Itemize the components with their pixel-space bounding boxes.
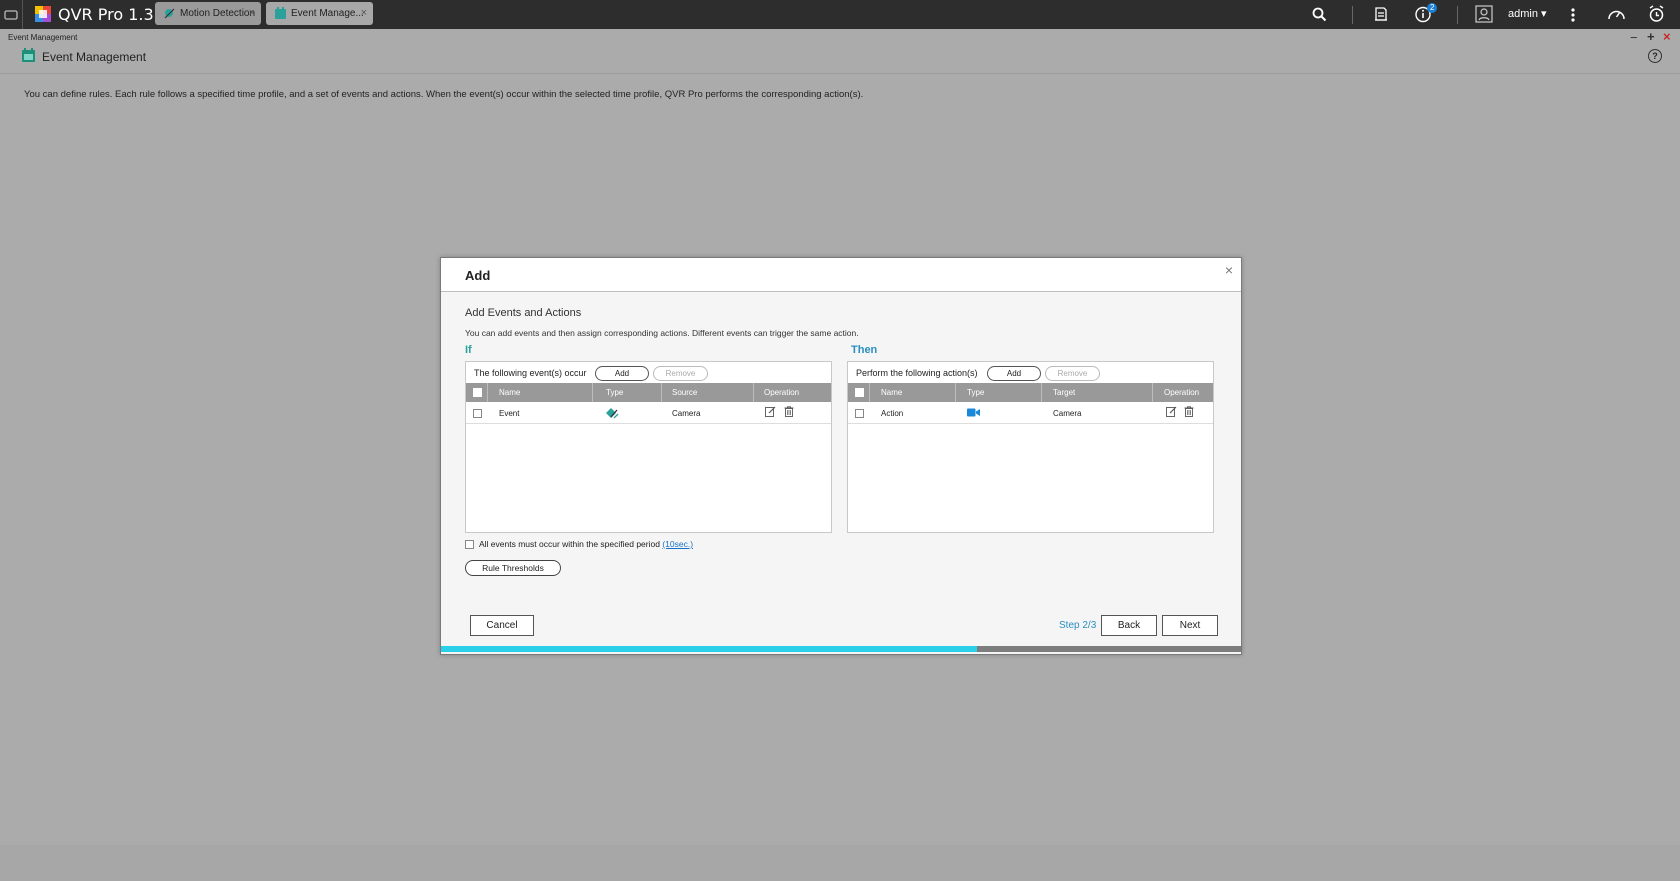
column-header-operation: Operation bbox=[764, 388, 800, 397]
more-options-icon[interactable] bbox=[1570, 7, 1576, 28]
alarm-clock-icon[interactable] bbox=[1648, 5, 1665, 28]
events-label: The following event(s) occur bbox=[474, 368, 587, 378]
all-events-checkbox[interactable] bbox=[465, 540, 474, 550]
app-title: QVR Pro 1.3 bbox=[58, 5, 154, 24]
events-panel: The following event(s) occur Add Remove … bbox=[465, 361, 832, 533]
remove-action-button[interactable]: Remove bbox=[1045, 366, 1100, 381]
sidebar-toggle-icon[interactable] bbox=[4, 8, 18, 26]
motion-detection-icon bbox=[163, 7, 176, 23]
table-row[interactable]: Event Camera bbox=[466, 402, 831, 424]
cancel-button[interactable]: Cancel bbox=[470, 615, 534, 636]
column-header-target: Target bbox=[1053, 388, 1076, 397]
topbar-divider bbox=[1457, 6, 1458, 24]
column-divider bbox=[592, 383, 593, 402]
event-log-icon[interactable] bbox=[1373, 6, 1389, 27]
select-all-actions-checkbox[interactable] bbox=[855, 388, 864, 397]
column-header-type: Type bbox=[606, 388, 624, 397]
back-button[interactable]: Back bbox=[1101, 615, 1157, 636]
topbar-divider bbox=[1352, 6, 1353, 24]
action-name: Action bbox=[881, 409, 904, 418]
breadcrumb: Event Management bbox=[8, 33, 78, 42]
page-description: You can define rules. Each rule follows … bbox=[24, 89, 864, 100]
window-header: Event Management − + × Event Management … bbox=[0, 29, 1680, 74]
close-icon[interactable]: × bbox=[1225, 262, 1233, 278]
minimize-icon[interactable]: − bbox=[1630, 30, 1638, 45]
tab-label: Event Manage... bbox=[291, 8, 364, 19]
video-camera-icon bbox=[967, 408, 980, 419]
actions-table-header: Name Type Target Operation bbox=[848, 383, 1213, 402]
column-divider bbox=[487, 383, 488, 402]
tab-event-management[interactable]: Event Manage... × bbox=[266, 2, 373, 25]
qvr-logo-icon bbox=[35, 6, 52, 28]
column-divider bbox=[1041, 383, 1042, 402]
event-name: Event bbox=[499, 409, 520, 418]
close-icon[interactable]: × bbox=[361, 7, 367, 19]
remove-event-button[interactable]: Remove bbox=[653, 366, 708, 381]
column-header-type: Type bbox=[967, 388, 985, 397]
action-target: Camera bbox=[1053, 409, 1082, 418]
bottom-area bbox=[0, 845, 1680, 881]
add-rule-dialog: Add × Add Events and Actions You can add… bbox=[440, 257, 1242, 655]
dialog-subtitle: Add Events and Actions bbox=[465, 307, 582, 319]
page-title: Event Management bbox=[42, 50, 147, 64]
column-divider bbox=[1152, 383, 1153, 402]
close-window-icon[interactable]: × bbox=[1663, 29, 1671, 44]
next-button[interactable]: Next bbox=[1162, 615, 1218, 636]
table-row[interactable]: Action Camera bbox=[848, 402, 1213, 424]
tab-label: Motion Detection bbox=[180, 8, 256, 19]
actions-panel: Perform the following action(s) Add Remo… bbox=[847, 361, 1214, 533]
app-topbar: QVR Pro 1.3 Motion Detection × Event Man… bbox=[0, 0, 1680, 29]
user-avatar-icon[interactable] bbox=[1475, 5, 1493, 28]
event-source: Camera bbox=[672, 409, 701, 418]
step-indicator: Step 2/3 bbox=[1059, 620, 1097, 631]
user-menu[interactable]: admin ▾ bbox=[1508, 7, 1547, 20]
actions-label: Perform the following action(s) bbox=[856, 368, 978, 378]
column-header-operation: Operation bbox=[1164, 388, 1200, 397]
all-events-label: All events must occur within the specifi… bbox=[479, 539, 660, 549]
dialog-note: You can add events and then assign corre… bbox=[465, 328, 859, 338]
row-checkbox[interactable] bbox=[473, 409, 482, 418]
column-header-name: Name bbox=[499, 388, 521, 397]
progress-fill bbox=[441, 646, 977, 652]
events-table-header: Name Type Source Operation bbox=[466, 383, 831, 402]
help-icon[interactable]: ? bbox=[1648, 49, 1662, 63]
edit-icon[interactable] bbox=[765, 406, 776, 419]
period-link[interactable]: (10sec.) bbox=[662, 539, 693, 549]
notification-badge: 2 bbox=[1427, 3, 1438, 13]
column-divider bbox=[869, 383, 870, 402]
all-events-option: All events must occur within the specifi… bbox=[465, 539, 693, 550]
tab-motion-detection[interactable]: Motion Detection × bbox=[155, 2, 261, 25]
row-checkbox[interactable] bbox=[855, 409, 864, 418]
event-management-icon bbox=[274, 7, 287, 23]
dialog-header: Add × bbox=[441, 258, 1241, 292]
search-icon[interactable] bbox=[1312, 7, 1327, 27]
topbar-divider bbox=[22, 0, 23, 29]
column-divider bbox=[661, 383, 662, 402]
column-header-name: Name bbox=[881, 388, 903, 397]
trash-icon[interactable] bbox=[784, 406, 794, 419]
column-divider bbox=[753, 383, 754, 402]
column-header-source: Source bbox=[672, 388, 698, 397]
if-heading: If bbox=[465, 344, 472, 356]
maximize-icon[interactable]: + bbox=[1647, 29, 1655, 44]
add-event-button[interactable]: Add bbox=[595, 366, 649, 381]
select-all-events-checkbox[interactable] bbox=[473, 388, 482, 397]
close-icon[interactable]: × bbox=[249, 7, 255, 19]
motion-detection-icon bbox=[605, 406, 619, 421]
dialog-title: Add bbox=[465, 268, 491, 283]
wizard-progress-bar bbox=[441, 646, 1241, 652]
add-action-button[interactable]: Add bbox=[987, 366, 1041, 381]
column-divider bbox=[955, 383, 956, 402]
dashboard-gauge-icon[interactable] bbox=[1607, 6, 1626, 27]
trash-icon[interactable] bbox=[1184, 406, 1194, 419]
then-heading: Then bbox=[851, 344, 878, 356]
edit-icon[interactable] bbox=[1166, 406, 1177, 419]
event-management-icon bbox=[21, 48, 36, 68]
rule-thresholds-button[interactable]: Rule Thresholds bbox=[465, 560, 561, 576]
